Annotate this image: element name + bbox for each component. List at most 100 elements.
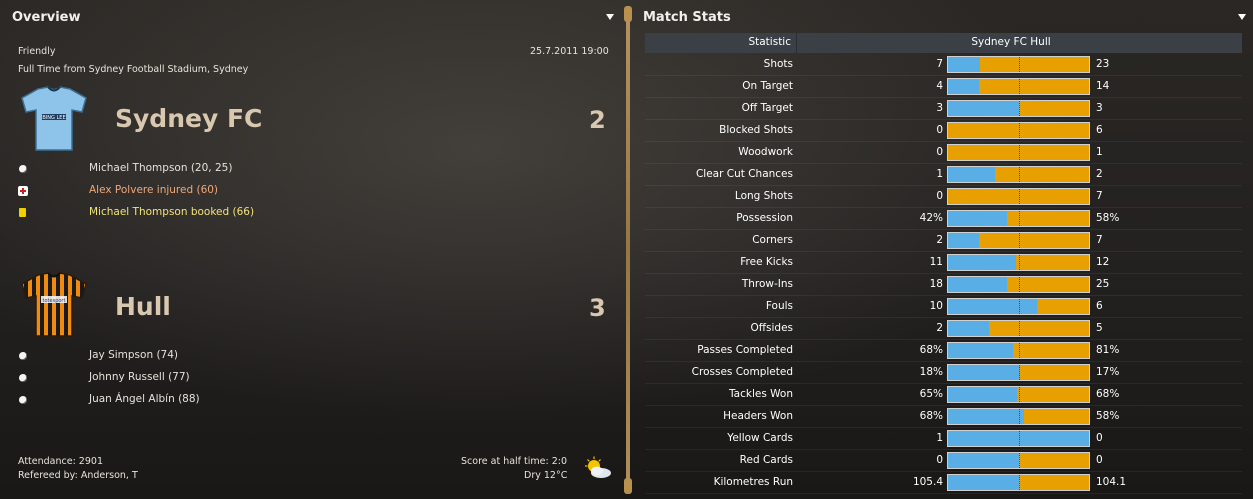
home-share-fill xyxy=(948,101,1019,116)
stat-label: Corners xyxy=(752,234,793,246)
stats-row: Kilometres Run 105.4 104.1 xyxy=(645,472,1242,494)
stat-home-value: 68% xyxy=(919,344,943,356)
bar-midpoint-marker xyxy=(1019,387,1020,402)
stats-table-header: Statistic Sydney FC Hull xyxy=(645,33,1242,53)
stat-comparison-bar xyxy=(947,122,1090,139)
stat-comparison-bar xyxy=(947,364,1090,381)
stat-away-value: 6 xyxy=(1096,124,1103,136)
home-share-fill xyxy=(948,233,979,248)
panel-splitter[interactable] xyxy=(626,6,630,493)
home-event-booking: Michael Thompson booked (66) xyxy=(18,206,318,224)
stat-comparison-bar xyxy=(947,342,1090,359)
stat-comparison-bar xyxy=(947,188,1090,205)
home-share-fill xyxy=(948,79,979,94)
splitter-bottom-handle[interactable] xyxy=(624,478,632,494)
stat-comparison-bar xyxy=(947,100,1090,117)
home-event-injury: Alex Polvere injured (60) xyxy=(18,184,318,202)
home-share-fill xyxy=(948,255,1016,270)
stat-home-value: 42% xyxy=(919,212,943,224)
stat-away-value: 2 xyxy=(1096,168,1103,180)
stat-label: Off Target xyxy=(741,102,793,114)
stat-comparison-bar xyxy=(947,386,1090,403)
home-share-fill xyxy=(948,57,980,72)
stat-home-value: 65% xyxy=(919,388,943,400)
bar-midpoint-marker xyxy=(1019,255,1020,270)
weather-text: Dry 12°C xyxy=(524,470,568,481)
home-share-fill xyxy=(948,409,1024,424)
home-share-fill xyxy=(948,321,989,336)
home-share-fill xyxy=(948,343,1013,358)
overview-panel: Overview Friendly 25.7.2011 19:00 Full T… xyxy=(0,0,622,499)
stat-home-value: 7 xyxy=(936,58,943,70)
stats-row: Crosses Completed 18% 17% xyxy=(645,362,1242,384)
stat-away-value: 58% xyxy=(1096,410,1120,422)
partly-cloudy-weather-icon xyxy=(585,456,611,478)
stat-comparison-bar xyxy=(947,232,1090,249)
home-share-fill xyxy=(948,299,1037,314)
stats-row: Yellow Cards 1 0 xyxy=(645,428,1242,450)
splitter-top-handle[interactable] xyxy=(624,6,632,22)
stat-comparison-bar xyxy=(947,78,1090,95)
bar-midpoint-marker xyxy=(1019,145,1020,160)
away-team-name[interactable]: Hull xyxy=(115,292,171,321)
column-header-statistic[interactable]: Statistic xyxy=(645,36,791,48)
match-stats-menu-dropdown-icon[interactable] xyxy=(1238,14,1246,20)
referee-text[interactable]: Refereed by: Anderson, T xyxy=(18,470,138,481)
stat-away-value: 68% xyxy=(1096,388,1120,400)
home-share-fill xyxy=(948,277,1007,292)
stat-label: Fouls xyxy=(765,300,793,312)
stats-row: Shots 7 23 xyxy=(645,54,1242,76)
column-header-teams[interactable]: Sydney FC Hull xyxy=(801,36,1221,48)
stats-row: Fouls 10 6 xyxy=(645,296,1242,318)
stat-away-value: 81% xyxy=(1096,344,1120,356)
row-divider xyxy=(645,493,1242,494)
home-share-fill xyxy=(948,211,1007,226)
away-score: 3 xyxy=(589,294,606,322)
match-stats-title: Match Stats xyxy=(643,10,731,25)
stat-away-value: 5 xyxy=(1096,322,1103,334)
bar-midpoint-marker xyxy=(1019,167,1020,182)
stats-row: Clear Cut Chances 1 2 xyxy=(645,164,1242,186)
injury-cross-icon xyxy=(18,186,28,196)
stat-away-value: 7 xyxy=(1096,190,1103,202)
competition-label: Friendly xyxy=(18,46,56,57)
home-team-name[interactable]: Sydney FC xyxy=(115,104,262,133)
stat-home-value: 2 xyxy=(936,234,943,246)
stat-comparison-bar xyxy=(947,408,1090,425)
stat-home-value: 0 xyxy=(936,454,943,466)
stat-home-value: 2 xyxy=(936,322,943,334)
home-share-fill xyxy=(948,475,1019,490)
stat-comparison-bar xyxy=(947,452,1090,469)
away-event-goal: Juan Ángel Albín (88) xyxy=(18,393,318,411)
stat-label: Headers Won xyxy=(723,410,793,422)
stat-comparison-bar xyxy=(947,210,1090,227)
stat-label: Blocked Shots xyxy=(719,124,793,136)
svg-text:BING LEE: BING LEE xyxy=(42,115,65,121)
stat-comparison-bar xyxy=(947,254,1090,271)
stat-away-value: 23 xyxy=(1096,58,1110,70)
bar-midpoint-marker xyxy=(1019,409,1020,424)
bar-midpoint-marker xyxy=(1019,321,1020,336)
stat-home-value: 0 xyxy=(936,124,943,136)
stat-label: Long Shots xyxy=(734,190,793,202)
stat-label: Offsides xyxy=(750,322,793,334)
stat-label: Shots xyxy=(763,58,793,70)
stats-row: Blocked Shots 0 6 xyxy=(645,120,1242,142)
stat-home-value: 4 xyxy=(936,80,943,92)
overview-menu-dropdown-icon[interactable] xyxy=(606,14,614,20)
stat-home-value: 18 xyxy=(929,278,943,290)
stat-home-value: 11 xyxy=(929,256,943,268)
stat-comparison-bar xyxy=(947,276,1090,293)
stats-row: Red Cards 0 0 xyxy=(645,450,1242,472)
stat-comparison-bar xyxy=(947,430,1090,447)
stat-home-value: 1 xyxy=(936,432,943,444)
stats-row: Woodwork 0 1 xyxy=(645,142,1242,164)
stat-away-value: 0 xyxy=(1096,454,1103,466)
stats-row: Tackles Won 65% 68% xyxy=(645,384,1242,406)
home-share-fill xyxy=(948,387,1017,402)
home-score: 2 xyxy=(589,106,606,134)
home-share-fill xyxy=(948,167,995,182)
stat-away-value: 1 xyxy=(1096,146,1103,158)
stat-away-value: 14 xyxy=(1096,80,1110,92)
stat-home-value: 105.4 xyxy=(912,476,943,488)
